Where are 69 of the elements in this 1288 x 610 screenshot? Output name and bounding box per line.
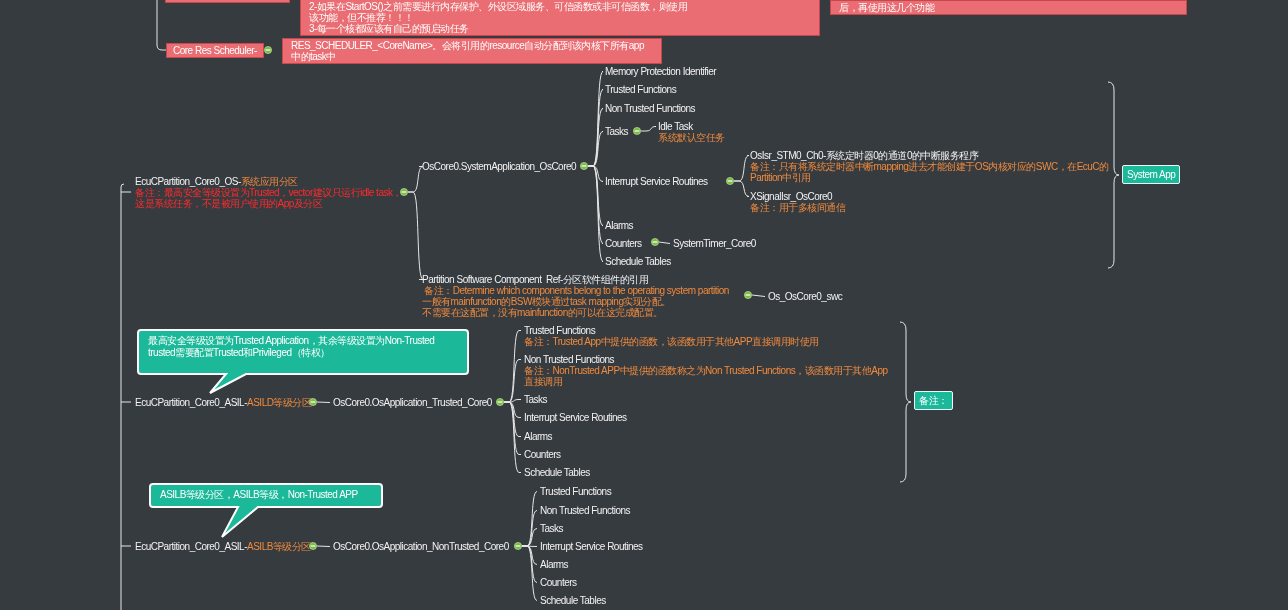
node-note: 备注：只有将系统定时器中断mapping进去才能创建于OS内核对应的SWC，在EcuC的: [750, 161, 1109, 172]
collapse-toggle[interactable]: [514, 542, 522, 550]
node-label[interactable]: OsCore0.OsApplication_Trusted_Core0: [333, 397, 492, 408]
node-label[interactable]: OsCore0.OsApplication_NonTrusted_Core0: [333, 541, 509, 552]
note-text: 后，再使用这几个功能: [839, 2, 936, 13]
node-label[interactable]: Idle Task: [658, 121, 725, 132]
node-label[interactable]: EcuCPartition_Core0_ASIL-ASILD等级分区: [135, 397, 312, 408]
connector-line: [316, 545, 331, 547]
note-text: RES_SCHEDULER_<CoreName>。会将引用的resource自动分配到该内核下所有app中的task中: [291, 40, 645, 62]
connector-line: [316, 401, 331, 403]
node-label[interactable]: Tasks: [540, 523, 564, 534]
node-note: 备注：NonTrusted APP中提供的函数称之为Non Trusted Functions，该函数用于其他App: [524, 365, 888, 376]
note-text: 2-如果在StartOS()之前需要进行内存保护、外设区域服务、可信函数或非可信函数，则使用: [309, 1, 689, 12]
collapse-toggle[interactable]: [633, 127, 641, 135]
collapse-toggle[interactable]: [580, 162, 588, 170]
node-label[interactable]: Alarms: [540, 559, 569, 570]
node-label[interactable]: Memory Protection Identifier: [605, 66, 717, 77]
node-label[interactable]: Schedule Tables: [605, 256, 671, 267]
callout-text: 最高安全等级设置为Trusted Application，其余等级设置为Non-Trusted trusted需要配置Trusted和Privileged（特权）: [148, 335, 435, 359]
collapse-toggle[interactable]: [264, 46, 272, 54]
node-label[interactable]: Interrupt Service Routines: [524, 412, 627, 423]
node-note: 备注：Trusted App中提供的函数，该函数用于其他APP直接调用时使用: [524, 336, 819, 347]
node-label[interactable]: Os_OsCore0_swc: [768, 291, 843, 302]
collapse-toggle[interactable]: [726, 177, 734, 185]
node-label[interactable]: Interrupt Service Routines: [605, 176, 708, 187]
connector-line: [640, 126, 657, 132]
node-note: 这是系统任务，不是被用户使用的App及分区: [135, 198, 324, 209]
node-label[interactable]: Non Trusted Functions: [605, 103, 696, 114]
node-note: 一般有mainfunction的BSW模块通过task mapping实现分配。: [422, 296, 672, 307]
node-label[interactable]: SystemTimer_Core0: [673, 238, 756, 249]
node-label[interactable]: Tasks: [524, 394, 548, 405]
node-label[interactable]: Partition Software Component Ref-分区软件组件的引用: [422, 274, 729, 285]
node-label[interactable]: OsIsr_STM0_Ch0-系统定时器0的通道0的中断服务程序: [750, 150, 1109, 161]
node-label[interactable]: Alarms: [605, 220, 634, 231]
node-note: 备注：Determine which components belong to the operating system partition: [423, 285, 729, 296]
node-label[interactable]: XSignalIsr_OsCore0: [750, 191, 845, 202]
node-note: 备注：用于多核间通信: [750, 202, 845, 213]
collapse-toggle[interactable]: [400, 188, 408, 196]
node-note: 系统默认空任务: [658, 132, 725, 143]
node-note: 备注：最高安全等级设置为Trusted，vector建议只运行idle task，: [135, 187, 402, 198]
collapse-toggle[interactable]: [744, 291, 752, 299]
node-label[interactable]: Non Trusted Functions: [524, 354, 888, 365]
connector-line: [751, 294, 766, 297]
collapse-toggle[interactable]: [496, 398, 504, 406]
node-label[interactable]: Schedule Tables: [540, 595, 606, 606]
collapse-toggle[interactable]: [651, 238, 659, 246]
node-note: 不需要在这配置，没有mainfunction的可以在这完成配置。: [422, 307, 664, 318]
node-label[interactable]: Trusted Functions: [605, 84, 677, 95]
node-label[interactable]: Alarms: [524, 431, 553, 442]
node-label[interactable]: Non Trusted Functions: [540, 505, 631, 516]
node-label[interactable]: Tasks: [605, 126, 629, 137]
node-label[interactable]: EcuCPartition_Core0_OS-系统应用分区: [135, 176, 402, 187]
node-label[interactable]: OsCore0.SystemApplication_OsCore0: [422, 161, 577, 172]
connector-line: [156, 0, 167, 51]
node-note: 直接调用: [524, 376, 563, 387]
callout-text: ASILB等级分区，ASILB等级，Non-Trusted APP: [160, 489, 358, 501]
node-label[interactable]: Trusted Functions: [524, 325, 819, 336]
node-label[interactable]: Interrupt Service Routines: [540, 541, 643, 552]
node-label[interactable]: Counters: [524, 449, 561, 460]
node-label[interactable]: Counters: [605, 238, 642, 249]
node-label[interactable]: Schedule Tables: [524, 467, 590, 478]
collapse-toggle[interactable]: [309, 542, 317, 550]
node-note: Partition中引用: [750, 172, 812, 183]
node-label[interactable]: Counters: [540, 577, 577, 588]
note-text: 该功能，但不推荐！！！: [309, 12, 415, 23]
node-label[interactable]: Trusted Functions: [540, 486, 612, 497]
connector-line: [658, 241, 671, 244]
node-label[interactable]: EcuCPartition_Core0_ASIL-ASILB等级分区: [135, 541, 311, 552]
note-text: 3-每一个核都应该有自己的预启动任务: [309, 23, 470, 34]
